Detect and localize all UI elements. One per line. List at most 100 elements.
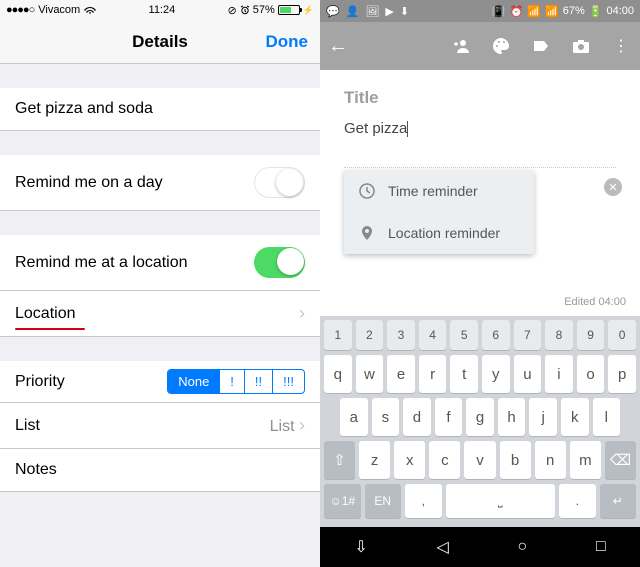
priority-1[interactable]: ! xyxy=(220,370,245,393)
clock-icon xyxy=(358,182,376,200)
key-u[interactable]: u xyxy=(514,355,542,393)
space-key[interactable]: ⎵ xyxy=(446,484,556,518)
key-4[interactable]: 4 xyxy=(419,320,447,350)
annotation-underline xyxy=(15,328,85,330)
camera-icon[interactable] xyxy=(570,35,592,57)
list-cell[interactable]: List List › xyxy=(0,403,320,449)
key-o[interactable]: o xyxy=(577,355,605,393)
key-g[interactable]: g xyxy=(466,398,494,436)
title-placeholder[interactable]: Title xyxy=(344,88,616,108)
location-label: Location xyxy=(15,305,76,323)
priority-segmented[interactable]: None ! !! !!! xyxy=(167,369,305,394)
alarm-icon: ⏰ xyxy=(510,5,524,18)
nav-title: Details xyxy=(132,32,188,52)
carrier-label: Vivacom xyxy=(38,4,80,16)
palette-icon[interactable] xyxy=(490,35,512,57)
key-1[interactable]: 1 xyxy=(324,320,352,350)
key-e[interactable]: e xyxy=(387,355,415,393)
key-c[interactable]: c xyxy=(429,441,460,479)
home-button[interactable]: ○ xyxy=(518,538,528,556)
key-j[interactable]: j xyxy=(529,398,557,436)
key-a[interactable]: a xyxy=(340,398,368,436)
android-nav-bar: ⇩ ◁ ○ □ xyxy=(320,527,640,567)
key-i[interactable]: i xyxy=(545,355,573,393)
key-8[interactable]: 8 xyxy=(545,320,573,350)
comma-key[interactable]: , xyxy=(405,484,442,518)
time-reminder-label: Time reminder xyxy=(388,183,478,199)
priority-3[interactable]: !!! xyxy=(273,370,304,393)
done-button[interactable]: Done xyxy=(266,32,309,52)
chevron-right-icon: › xyxy=(299,303,305,324)
key-5[interactable]: 5 xyxy=(450,320,478,350)
key-x[interactable]: x xyxy=(394,441,425,479)
recents-button[interactable]: □ xyxy=(596,538,606,556)
location-reminder-label: Location reminder xyxy=(388,225,500,241)
wifi-icon xyxy=(84,6,96,15)
key-b[interactable]: b xyxy=(500,441,531,479)
remind-day-cell[interactable]: Remind me on a day xyxy=(0,155,320,211)
key-s[interactable]: s xyxy=(372,398,400,436)
android-status-bar: 💬 👤 🖼 ▶ ⬇ 📳 ⏰ 📶 📶 67% 🔋 04:00 xyxy=(320,0,640,22)
key-p[interactable]: p xyxy=(608,355,636,393)
chevron-right-icon: › xyxy=(299,415,305,435)
priority-none[interactable]: None xyxy=(168,370,220,393)
key-2[interactable]: 2 xyxy=(356,320,384,350)
hide-keyboard-button[interactable]: ⇩ xyxy=(354,537,367,557)
youtube-icon: ▶ xyxy=(385,5,393,18)
location-reminder-option[interactable]: Location reminder xyxy=(344,212,534,254)
key-y[interactable]: y xyxy=(482,355,510,393)
lang-key[interactable]: EN xyxy=(365,484,402,518)
key-0[interactable]: 0 xyxy=(608,320,636,350)
messenger-icon: 💬 xyxy=(326,5,340,18)
back-button[interactable]: ◁ xyxy=(437,537,449,557)
reminder-title-cell[interactable]: Get pizza and soda xyxy=(0,88,320,131)
wifi-icon: 📶 xyxy=(527,5,541,18)
remind-location-cell[interactable]: Remind me at a location xyxy=(0,235,320,291)
image-icon: 🖼 xyxy=(365,5,379,18)
symbols-key[interactable]: ☺1# xyxy=(324,484,361,518)
signal-icon: 📶 xyxy=(545,5,559,18)
orientation-lock-icon: ⊘ xyxy=(228,4,237,17)
charging-icon: ⚡ xyxy=(303,5,314,16)
battery-icon: 🔋 xyxy=(589,5,603,18)
remind-location-toggle[interactable] xyxy=(254,247,305,278)
backspace-key[interactable]: ⌫ xyxy=(605,441,636,479)
back-button[interactable]: ← xyxy=(328,35,348,58)
key-7[interactable]: 7 xyxy=(514,320,542,350)
key-z[interactable]: z xyxy=(359,441,390,479)
notes-cell[interactable]: Notes xyxy=(0,449,320,492)
key-9[interactable]: 9 xyxy=(577,320,605,350)
overflow-menu-icon[interactable]: ⋮ xyxy=(610,35,632,57)
enter-key[interactable]: ↵ xyxy=(600,484,637,518)
key-t[interactable]: t xyxy=(450,355,478,393)
clock-label: 11:24 xyxy=(149,4,176,16)
period-key[interactable]: . xyxy=(559,484,596,518)
key-r[interactable]: r xyxy=(419,355,447,393)
remind-day-toggle[interactable] xyxy=(254,167,305,198)
key-n[interactable]: n xyxy=(535,441,566,479)
close-button[interactable]: ✕ xyxy=(604,178,622,196)
time-reminder-option[interactable]: Time reminder xyxy=(344,170,534,212)
key-3[interactable]: 3 xyxy=(387,320,415,350)
priority-2[interactable]: !! xyxy=(245,370,273,393)
battery-pct: 67% xyxy=(563,5,585,17)
key-q[interactable]: q xyxy=(324,355,352,393)
note-body-input[interactable]: Get pizza xyxy=(344,120,616,168)
priority-label: Priority xyxy=(15,373,65,391)
key-6[interactable]: 6 xyxy=(482,320,510,350)
key-row-2: asdfghjkl xyxy=(324,398,636,436)
clock-label: 04:00 xyxy=(606,5,634,17)
location-cell[interactable]: Location › xyxy=(0,291,320,337)
key-l[interactable]: l xyxy=(593,398,621,436)
key-w[interactable]: w xyxy=(356,355,384,393)
key-f[interactable]: f xyxy=(435,398,463,436)
add-person-icon[interactable] xyxy=(450,35,472,57)
shift-key[interactable]: ⇧ xyxy=(324,441,355,479)
android-screen: 💬 👤 🖼 ▶ ⬇ 📳 ⏰ 📶 📶 67% 🔋 04:00 ← ⋮ Title … xyxy=(320,0,640,567)
key-h[interactable]: h xyxy=(498,398,526,436)
key-m[interactable]: m xyxy=(570,441,601,479)
key-v[interactable]: v xyxy=(464,441,495,479)
key-d[interactable]: d xyxy=(403,398,431,436)
tag-icon[interactable] xyxy=(530,35,552,57)
key-k[interactable]: k xyxy=(561,398,589,436)
